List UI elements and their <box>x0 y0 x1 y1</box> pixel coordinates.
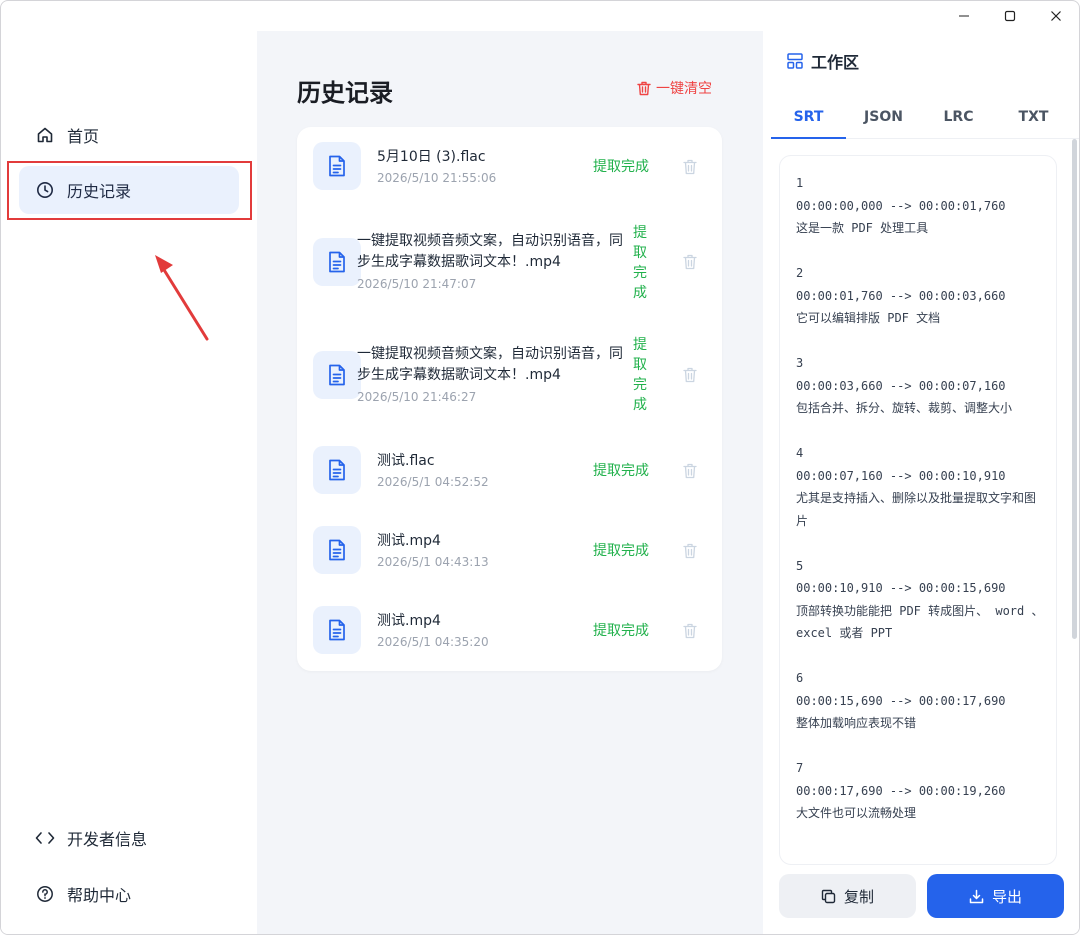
status-badge: 提取完成 <box>593 463 649 479</box>
maximize-button[interactable] <box>987 1 1033 31</box>
close-icon <box>1051 11 1061 21</box>
help-circle-icon <box>35 884 55 904</box>
file-time: 2026/5/10 21:47:07 <box>357 277 477 291</box>
trash-icon <box>683 367 697 383</box>
list-item[interactable]: 测试.mp4 2026/5/1 04:43:13 提取完成 <box>297 510 722 590</box>
trash-icon <box>683 463 697 479</box>
layout-icon <box>787 53 803 69</box>
sidebar-item-developer[interactable]: 开发者信息 <box>19 814 239 862</box>
sidebar-item-label: 帮助中心 <box>67 886 132 905</box>
sidebar-item-label: 开发者信息 <box>67 830 148 849</box>
document-icon <box>313 606 361 654</box>
file-name: 一键提取视频音频文案，自动识别语音，同步生成字幕数据歌词文本！.mp4 <box>357 233 623 270</box>
transcript-text: 1 00:00:00,000 --> 00:00:01,760 这是一款 PDF… <box>796 176 1044 820</box>
status-badge: 提取完成 <box>593 159 649 175</box>
app-window: 首页 历史记录 开发者信息 帮助中心 历史记录 一键清空 5月10日 (3).f… <box>0 0 1080 935</box>
sidebar-item-home[interactable]: 首页 <box>19 111 239 159</box>
sidebar: 首页 历史记录 开发者信息 帮助中心 <box>1 31 257 934</box>
copy-label: 复制 <box>843 887 874 906</box>
workspace-title: 工作区 <box>811 53 860 72</box>
delete-item-button[interactable] <box>681 253 699 271</box>
file-time: 2026/5/1 04:43:13 <box>377 555 489 569</box>
document-icon <box>313 142 361 190</box>
file-time: 2026/5/1 04:52:52 <box>377 475 489 489</box>
copy-icon <box>821 889 836 904</box>
document-icon <box>313 526 361 574</box>
list-item[interactable]: 一键提取视频音频文案，自动识别语音，同步生成字幕数据歌词文本！.mp4 2026… <box>297 318 722 430</box>
list-item[interactable]: 测试.mp4 2026/5/1 04:35:20 提取完成 <box>297 590 722 670</box>
file-time: 2026/5/10 21:46:27 <box>357 390 477 404</box>
sidebar-item-label: 首页 <box>67 127 100 146</box>
tab-srt[interactable]: SRT <box>771 99 846 139</box>
file-name: 测试.flac <box>377 453 435 469</box>
download-icon <box>969 889 984 904</box>
trash-icon <box>683 254 697 270</box>
status-badge: 提取完成 <box>633 225 647 301</box>
status-badge: 提取完成 <box>593 623 649 639</box>
code-icon <box>35 828 55 848</box>
trash-icon <box>683 543 697 559</box>
file-name: 测试.mp4 <box>377 613 441 629</box>
transcript-content[interactable]: 1 00:00:00,000 --> 00:00:01,760 这是一款 PDF… <box>779 155 1057 865</box>
history-list: 5月10日 (3).flac 2026/5/10 21:55:06 提取完成 一… <box>297 127 722 671</box>
delete-item-button[interactable] <box>681 366 699 384</box>
status-badge: 提取完成 <box>593 543 649 559</box>
list-item[interactable]: 一键提取视频音频文案，自动识别语音，同步生成字幕数据歌词文本！.mp4 2026… <box>297 205 722 318</box>
workspace-header: 工作区 <box>787 49 859 73</box>
maximize-icon <box>1004 10 1016 22</box>
sidebar-item-history[interactable]: 历史记录 <box>19 166 239 214</box>
home-icon <box>35 125 55 145</box>
copy-button[interactable]: 复制 <box>779 874 916 918</box>
title-bar <box>1 1 1079 31</box>
clear-all-button[interactable]: 一键清空 <box>637 78 712 98</box>
list-item[interactable]: 5月10日 (3).flac 2026/5/10 21:55:06 提取完成 <box>297 127 722 205</box>
page-title: 历史记录 <box>297 79 393 107</box>
status-badge: 提取完成 <box>633 337 647 413</box>
export-button[interactable]: 导出 <box>927 874 1064 918</box>
trash-icon <box>683 159 697 175</box>
clock-icon <box>35 180 55 200</box>
file-time: 2026/5/10 21:55:06 <box>377 171 497 185</box>
workspace-panel: 工作区 SRT JSON LRC TXT 1 00:00:00,000 --> … <box>763 31 1079 934</box>
delete-item-button[interactable] <box>681 462 699 480</box>
file-name: 一键提取视频音频文案，自动识别语音，同步生成字幕数据歌词文本！.mp4 <box>357 346 623 383</box>
sidebar-item-help[interactable]: 帮助中心 <box>19 870 239 918</box>
file-name: 测试.mp4 <box>377 533 441 549</box>
document-icon <box>313 238 361 286</box>
delete-item-button[interactable] <box>681 158 699 176</box>
trash-icon <box>683 623 697 639</box>
file-time: 2026/5/1 04:35:20 <box>377 635 489 649</box>
history-panel: 历史记录 一键清空 5月10日 (3).flac 2026/5/10 21:55… <box>257 31 763 934</box>
tab-lrc[interactable]: LRC <box>921 99 996 139</box>
scrollbar[interactable] <box>1072 139 1077 639</box>
tab-json[interactable]: JSON <box>846 99 921 139</box>
document-icon <box>313 446 361 494</box>
format-tabs: SRT JSON LRC TXT <box>771 99 1079 139</box>
sidebar-item-label: 历史记录 <box>67 182 132 201</box>
annotation-arrow-icon <box>155 255 209 341</box>
document-icon <box>313 351 361 399</box>
tab-txt[interactable]: TXT <box>996 99 1071 139</box>
close-button[interactable] <box>1033 1 1079 31</box>
delete-item-button[interactable] <box>681 622 699 640</box>
clear-all-label: 一键清空 <box>656 81 712 97</box>
list-item[interactable]: 测试.flac 2026/5/1 04:52:52 提取完成 <box>297 430 722 510</box>
trash-icon <box>637 81 651 96</box>
minimize-button[interactable] <box>941 1 987 31</box>
delete-item-button[interactable] <box>681 542 699 560</box>
file-name: 5月10日 (3).flac <box>377 149 486 165</box>
minimize-icon <box>959 15 969 17</box>
export-label: 导出 <box>991 887 1022 906</box>
